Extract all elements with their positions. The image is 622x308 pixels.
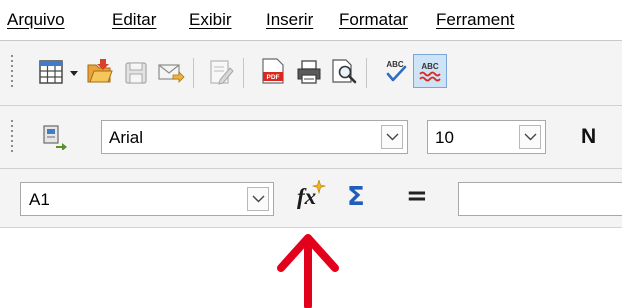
- formula-input[interactable]: [458, 182, 622, 216]
- font-name-dropdown-button[interactable]: [381, 125, 403, 149]
- toolbar-grip[interactable]: [11, 55, 13, 89]
- styles-icon[interactable]: [41, 122, 69, 150]
- chevron-down-icon: [386, 133, 399, 141]
- print-icon[interactable]: [295, 58, 323, 86]
- red-arrow-icon: [277, 234, 339, 308]
- function-wizard-button[interactable]: fx: [293, 178, 331, 214]
- export-pdf-icon[interactable]: PDF: [259, 57, 287, 85]
- menu-ferramentas[interactable]: Ferrament: [436, 10, 514, 30]
- font-size-combo[interactable]: 10: [427, 120, 546, 154]
- spellcheck-icon[interactable]: ABC: [381, 57, 409, 85]
- menu-exibir[interactable]: Exibir: [189, 10, 232, 30]
- sum-button[interactable]: Σ: [347, 182, 365, 212]
- menu-bar: Arquivo Editar Exibir Inserir Formatar F…: [0, 0, 622, 41]
- toolbar-separator: [243, 58, 244, 88]
- menu-inserir[interactable]: Inserir: [266, 10, 313, 30]
- bold-button[interactable]: N: [581, 125, 596, 149]
- chevron-down-icon: [524, 133, 537, 141]
- autospellcheck-icon: ABC: [419, 62, 441, 82]
- email-icon[interactable]: [157, 59, 185, 87]
- autospellcheck-toggle[interactable]: ABC: [413, 54, 447, 88]
- svg-text:PDF: PDF: [267, 74, 280, 81]
- menu-formatar[interactable]: Formatar: [339, 10, 408, 30]
- toolbar-grip[interactable]: [11, 120, 13, 154]
- font-size-dropdown-button[interactable]: [519, 125, 541, 149]
- toolbar-separator: [193, 58, 194, 88]
- font-size-value: 10: [435, 128, 454, 147]
- formatting-toolbar: Arial 10 N: [0, 106, 622, 169]
- save-icon[interactable]: [122, 59, 150, 87]
- font-name-combo[interactable]: Arial: [101, 120, 408, 154]
- svg-text:ABC: ABC: [421, 62, 439, 71]
- toolbar-separator: [366, 58, 367, 88]
- menu-arquivo[interactable]: Arquivo: [7, 10, 65, 30]
- edit-document-icon[interactable]: [207, 58, 235, 86]
- table-icon[interactable]: [38, 58, 66, 86]
- formula-bar: A1 fx Σ =: [0, 169, 622, 228]
- svg-text:ABC: ABC: [386, 60, 404, 69]
- cell-reference: A1: [29, 190, 50, 209]
- font-name-value: Arial: [109, 128, 144, 147]
- chevron-down-icon: [252, 195, 265, 203]
- standard-toolbar: PDF ABC ABC: [0, 41, 622, 106]
- menu-editar[interactable]: Editar: [112, 10, 156, 30]
- name-box-dropdown-button[interactable]: [247, 187, 269, 211]
- open-folder-icon[interactable]: [86, 57, 114, 85]
- name-box[interactable]: A1: [20, 182, 274, 216]
- new-dropdown-arrow-icon[interactable]: [69, 70, 79, 78]
- sparkle-icon: [311, 180, 327, 194]
- formula-button[interactable]: =: [406, 181, 428, 211]
- print-preview-icon[interactable]: [330, 57, 358, 85]
